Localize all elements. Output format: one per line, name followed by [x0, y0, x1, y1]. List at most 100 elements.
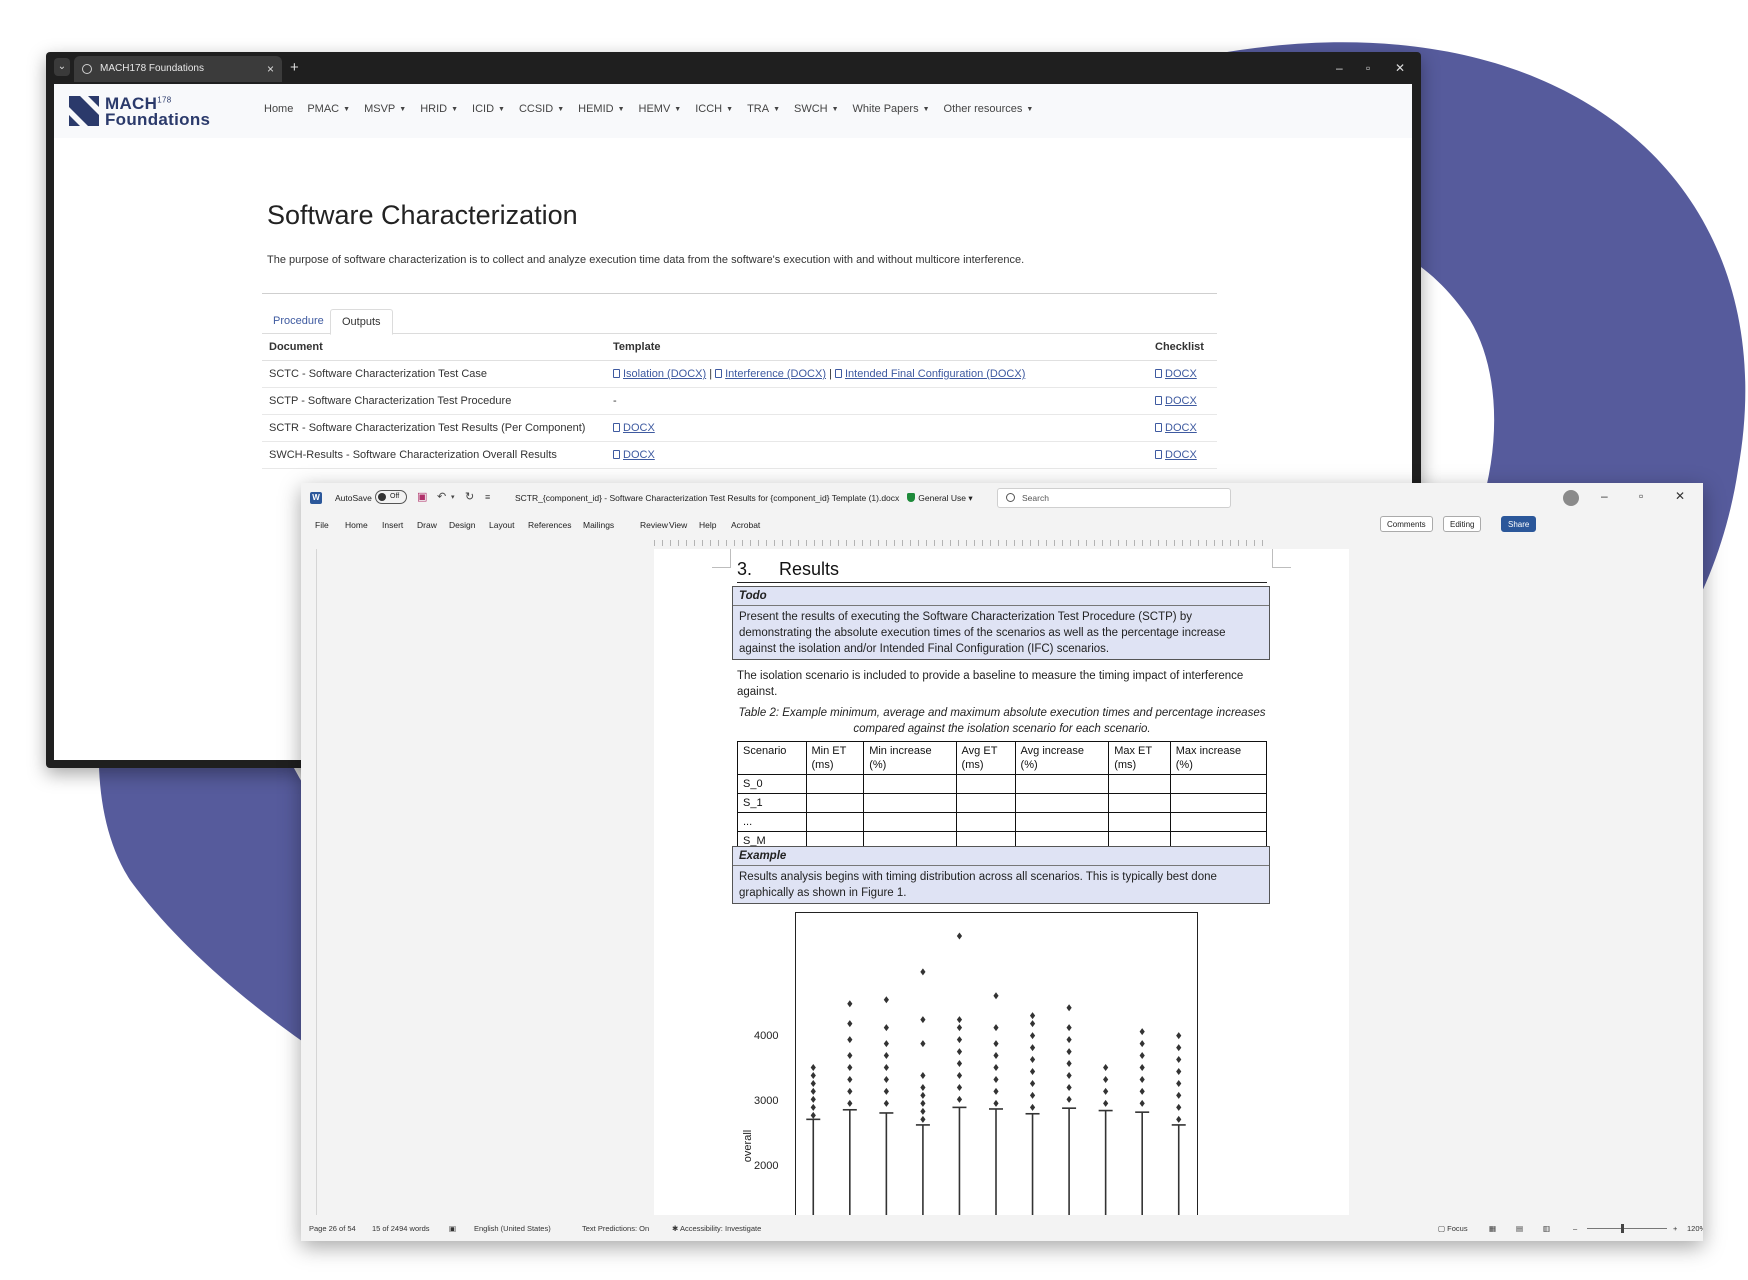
margin-mark — [712, 549, 731, 568]
editing-button[interactable]: Editing — [1443, 516, 1482, 532]
redo-icon[interactable]: ↻ — [465, 490, 474, 503]
template-link[interactable]: DOCX — [623, 449, 655, 461]
value-cell — [1108, 793, 1171, 813]
menu-view[interactable]: View — [669, 520, 687, 530]
read-mode-icon[interactable]: ▦ — [1489, 1224, 1496, 1233]
tab-bar: Procedure Outputs — [262, 309, 1217, 335]
globe-icon — [82, 64, 92, 74]
menu-home[interactable]: Home — [345, 520, 368, 530]
results-table-header: Scenario Min ET (ms) Min increase (%) Avg ET(… — [737, 741, 1268, 775]
nav-item-swch[interactable]: SWCH ▼ — [794, 103, 839, 115]
undo-icon[interactable]: ↶ — [437, 490, 446, 503]
plot-y-labels: 4000 3000 2000 overall — [742, 912, 794, 1232]
zoom-level[interactable]: 120% — [1687, 1224, 1703, 1233]
accessibility-status[interactable]: ✱ Accessibility: Investigate — [672, 1224, 761, 1233]
y-tick-label: 2000 — [754, 1160, 779, 1172]
file-icon — [1155, 369, 1162, 378]
checklist-link[interactable]: DOCX — [1165, 395, 1197, 407]
print-layout-icon[interactable]: ▤ — [1516, 1224, 1523, 1233]
menu-help[interactable]: Help — [699, 520, 716, 530]
menu-file[interactable]: File — [315, 520, 329, 530]
document-name: SWCH-Results - Software Characterization… — [262, 441, 606, 469]
zoom-slider-thumb[interactable] — [1621, 1224, 1624, 1233]
restore-button[interactable]: ▫ — [1366, 58, 1370, 78]
document-title[interactable]: SCTR_{component_id} - Software Character… — [515, 493, 973, 504]
restore-button[interactable]: ▫ — [1639, 489, 1643, 503]
comments-button[interactable]: Comments — [1380, 516, 1433, 532]
toggle-knob — [378, 493, 386, 501]
minimize-button[interactable]: – — [1336, 58, 1343, 78]
nav-item-hemid[interactable]: HEMID ▼ — [578, 103, 624, 115]
template-link-ifc[interactable]: Intended Final Configuration (DOCX) — [845, 368, 1025, 380]
template-link-interference[interactable]: Interference (DOCX) — [725, 368, 826, 380]
results-column-header: Min ET (ms) — [805, 741, 865, 775]
nav-item-icid[interactable]: ICID ▼ — [472, 103, 505, 115]
y-tick-label: 4000 — [754, 1030, 779, 1042]
undo-dropdown-icon[interactable]: ▾ — [451, 493, 455, 501]
text-predictions[interactable]: Text Predictions: On — [582, 1224, 649, 1233]
nav-item-ccsid[interactable]: CCSID ▼ — [519, 103, 564, 115]
nav-item-tra[interactable]: TRA ▼ — [747, 103, 780, 115]
nav-item-msvp[interactable]: MSVP ▼ — [364, 103, 406, 115]
share-button[interactable]: Share — [1501, 516, 1537, 532]
menu-mailings[interactable]: Mailings — [583, 520, 614, 530]
tab-list-chevron-icon[interactable]: ⌄ — [54, 58, 70, 76]
focus-button[interactable]: ▢ Focus — [1438, 1224, 1468, 1233]
file-icon — [613, 450, 620, 459]
menu-acrobat[interactable]: Acrobat — [731, 520, 760, 530]
page-count[interactable]: Page 26 of 54 — [309, 1224, 356, 1233]
proofing-icon[interactable]: ▣ — [449, 1224, 456, 1233]
value-cell — [955, 774, 1016, 794]
ruler[interactable] — [301, 537, 1703, 549]
menu-design[interactable]: Design — [449, 520, 475, 530]
checklist-link[interactable]: DOCX — [1165, 449, 1197, 461]
value-cell — [1169, 793, 1268, 813]
save-icon[interactable]: ▣ — [417, 490, 427, 503]
minimize-button[interactable]: – — [1601, 489, 1608, 503]
value-cell — [955, 793, 1016, 813]
customize-toolbar-icon[interactable]: ≡ — [485, 492, 490, 502]
menu-layout[interactable]: Layout — [489, 520, 515, 530]
tab-outputs[interactable]: Outputs — [330, 309, 393, 335]
page-description: The purpose of software characterization… — [267, 254, 1025, 266]
checklist-link[interactable]: DOCX — [1165, 368, 1197, 380]
menu-insert[interactable]: Insert — [382, 520, 403, 530]
nav-item-home[interactable]: Home — [264, 103, 293, 115]
close-tab-icon[interactable]: × — [267, 56, 274, 82]
language[interactable]: English (United States) — [474, 1224, 551, 1233]
tab-procedure[interactable]: Procedure — [262, 309, 335, 333]
table-row: SCTP - Software Characterization Test Pr… — [262, 387, 1217, 415]
new-tab-button[interactable]: + — [290, 56, 299, 80]
site-logo[interactable]: MACH178 Foundations — [69, 94, 239, 132]
web-layout-icon[interactable]: ▥ — [1543, 1224, 1550, 1233]
autosave-toggle[interactable]: Off — [375, 490, 407, 504]
nav-item-hemv[interactable]: HEMV ▼ — [639, 103, 682, 115]
nav-item-hrid[interactable]: HRID ▼ — [420, 103, 458, 115]
zoom-slider[interactable] — [1587, 1228, 1667, 1229]
template-link[interactable]: DOCX — [623, 422, 655, 434]
nav-item-icch[interactable]: ICCH ▼ — [695, 103, 733, 115]
file-icon — [715, 369, 723, 378]
browser-titlebar: ⌄ MACH178 Foundations × + – ▫ ✕ — [46, 52, 1421, 84]
nav-item-pmac[interactable]: PMAC ▼ — [307, 103, 350, 115]
nav-item-other-resources[interactable]: Other resources ▼ — [944, 103, 1034, 115]
word-count[interactable]: 15 of 2494 words — [372, 1224, 430, 1233]
boxplot-chart — [795, 912, 1198, 1215]
close-button[interactable]: ✕ — [1675, 489, 1685, 503]
avatar[interactable] — [1563, 490, 1579, 506]
checklist-link[interactable]: DOCX — [1165, 422, 1197, 434]
menu-references[interactable]: References — [528, 520, 571, 530]
search-box[interactable]: Search — [997, 488, 1231, 508]
browser-tab[interactable]: MACH178 Foundations × — [74, 56, 282, 82]
file-icon — [1155, 423, 1162, 432]
template-link-isolation[interactable]: Isolation (DOCX) — [623, 368, 706, 380]
template-cell: - — [606, 387, 1148, 415]
table-row: SCTR - Software Characterization Test Re… — [262, 414, 1217, 442]
menu-draw[interactable]: Draw — [417, 520, 437, 530]
template-cell: DOCX — [606, 414, 1148, 442]
zoom-in-icon[interactable]: + — [1673, 1224, 1677, 1233]
menu-review[interactable]: Review — [640, 520, 668, 530]
zoom-out-icon[interactable]: – — [1573, 1224, 1577, 1233]
nav-item-white-papers[interactable]: White Papers ▼ — [853, 103, 930, 115]
close-button[interactable]: ✕ — [1395, 58, 1405, 78]
